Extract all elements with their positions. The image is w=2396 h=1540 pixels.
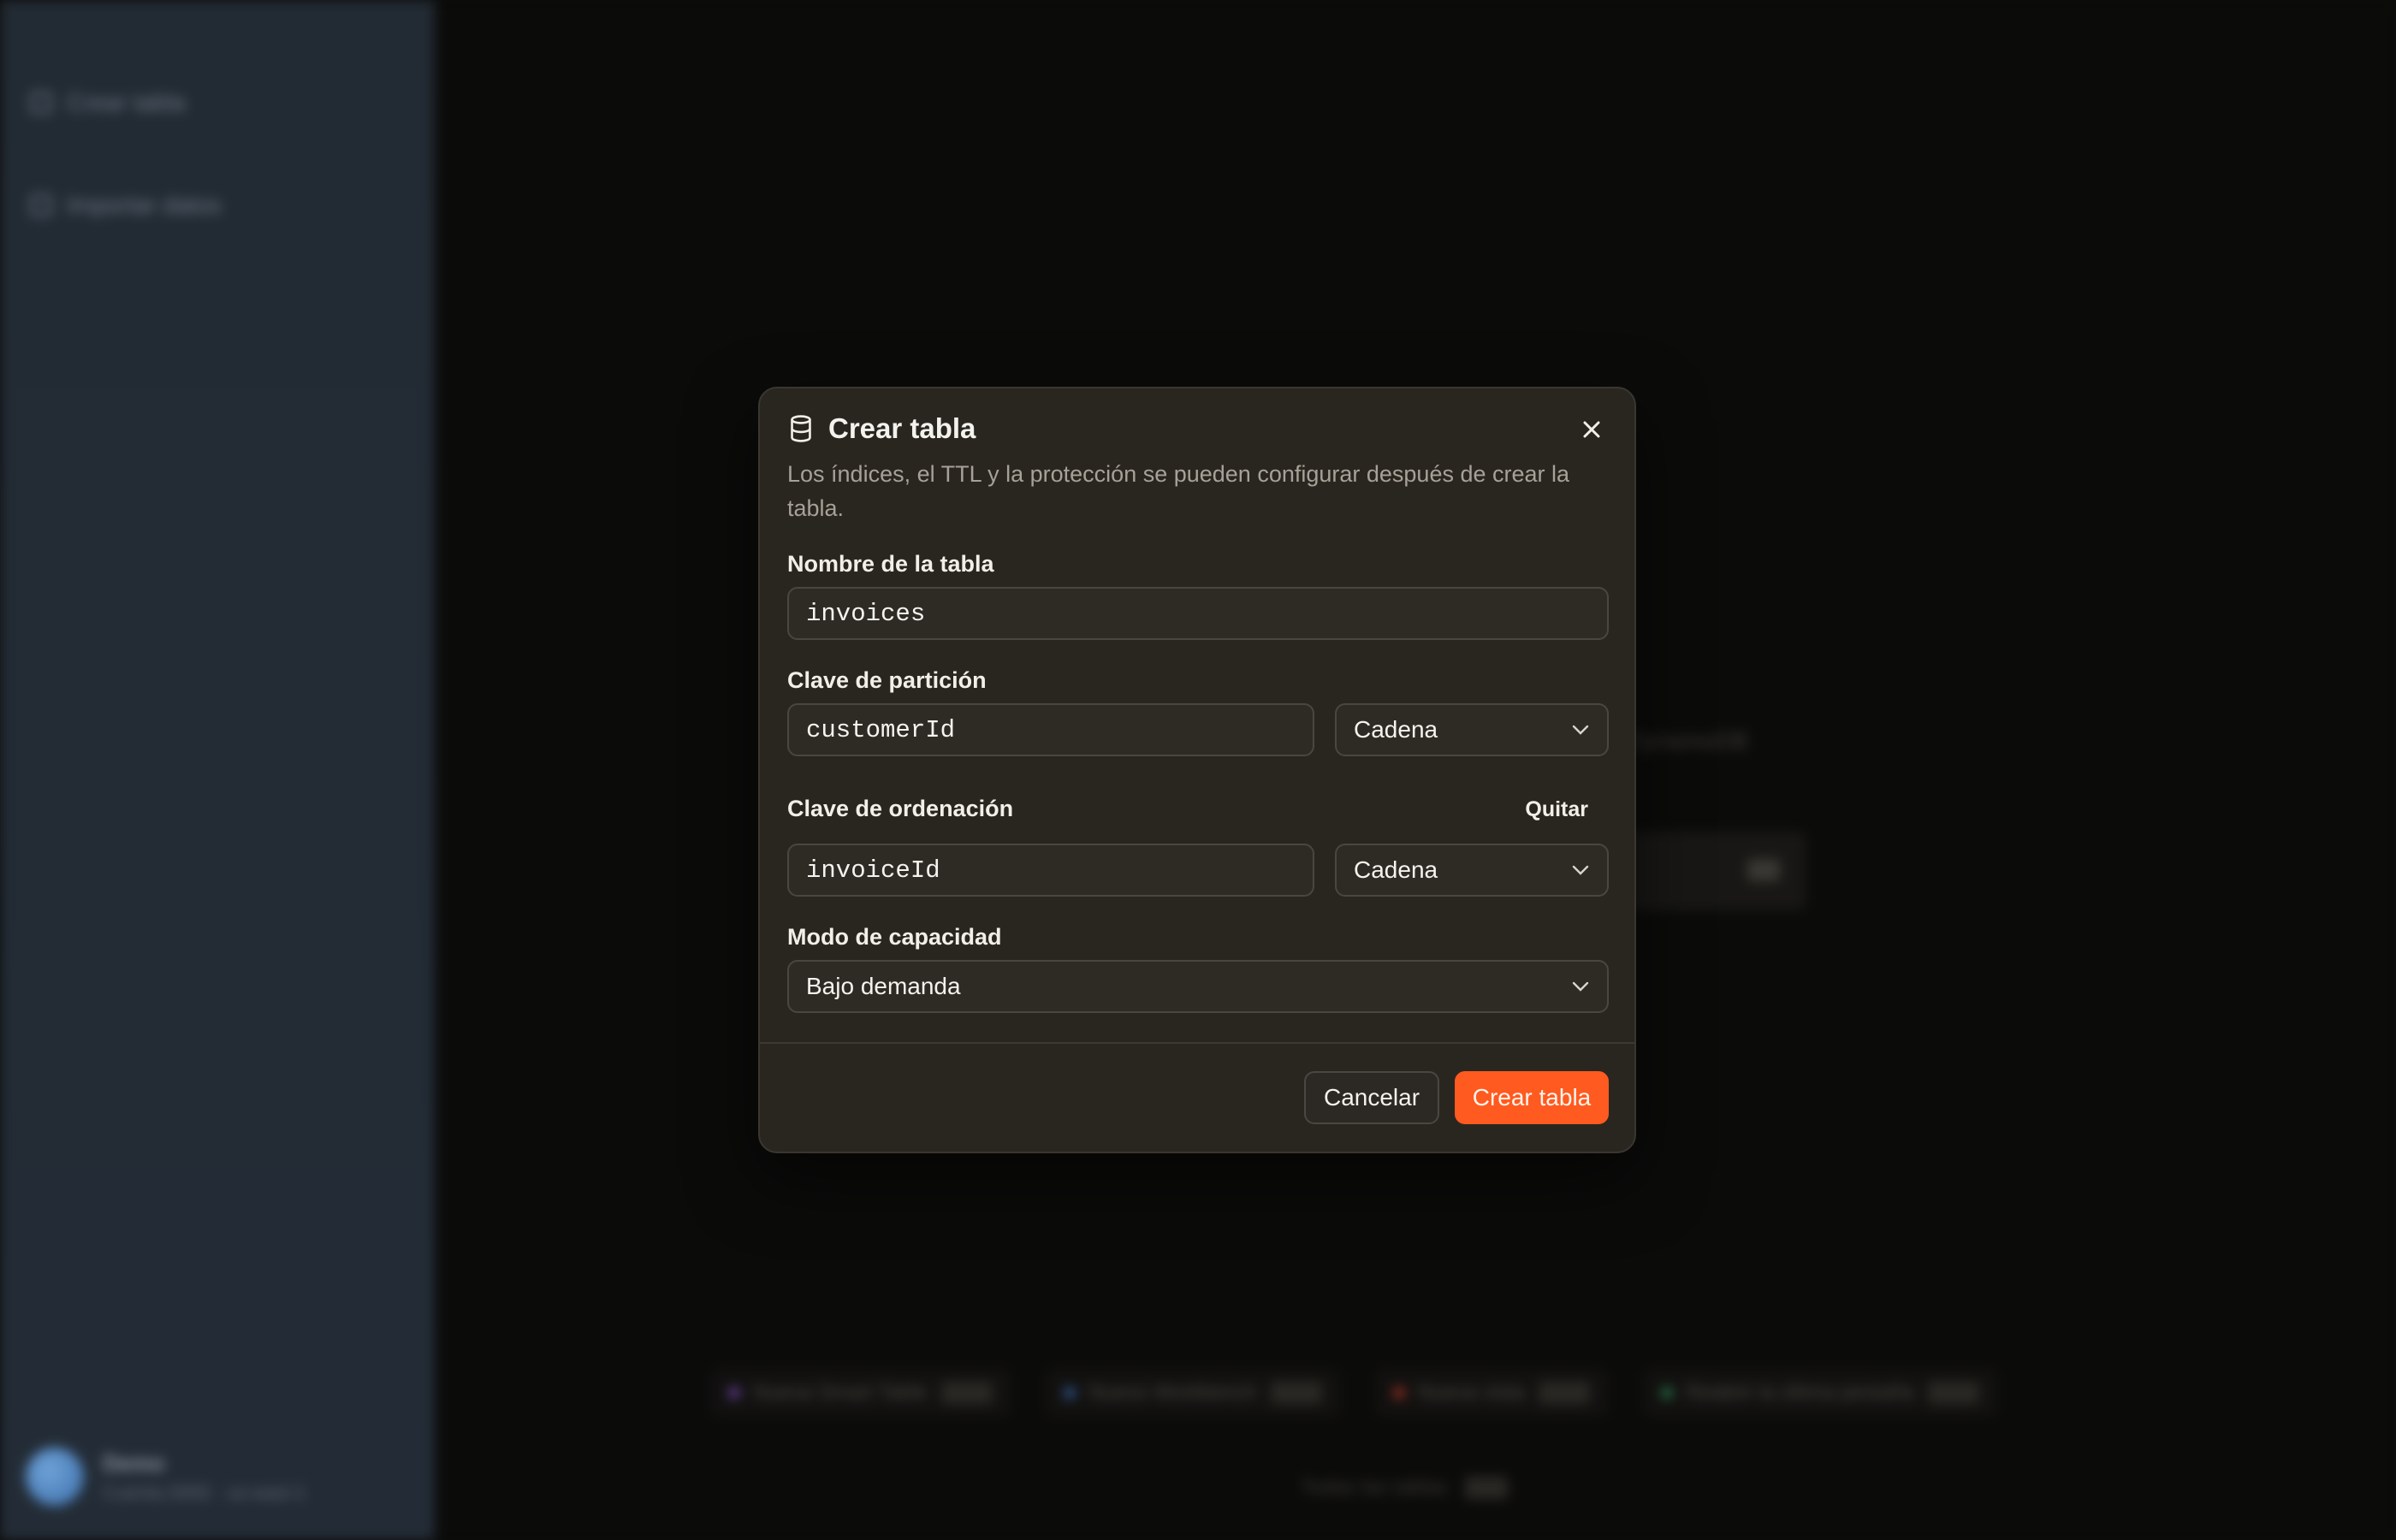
- shortcut-badge: [1270, 1382, 1322, 1404]
- create-table-dialog: Crear tabla Los índices, el TTL y la pro…: [758, 387, 1636, 1153]
- cancel-button[interactable]: Cancelar: [1304, 1071, 1439, 1124]
- close-icon[interactable]: [1575, 412, 1609, 447]
- chevron-down-icon: [1572, 725, 1589, 735]
- background-text: DynamoDB: [1626, 727, 1749, 754]
- user-subtitle: Cuenta 0000 · us-east-1: [103, 1481, 306, 1503]
- chip-label: Nuevo Workbench: [1088, 1381, 1257, 1404]
- shortcut-badge: [940, 1382, 993, 1404]
- dialog-description: Los índices, el TTL y la protección se p…: [787, 461, 1570, 521]
- quick-actions: Nueva Smart Table Nuevo Workbench Nueva …: [710, 1369, 1998, 1417]
- sidebar-item-create-table[interactable]: Crear tabla: [31, 89, 186, 116]
- chip-label: Nueva vista: [1417, 1381, 1526, 1404]
- partition-key-type-select[interactable]: Cadena: [1335, 703, 1609, 756]
- chip-new-smart-table[interactable]: Nueva Smart Table: [710, 1369, 1011, 1417]
- sidebar-item-import-data[interactable]: Importar datos: [31, 192, 222, 219]
- partition-key-type-value: Cadena: [1354, 716, 1438, 743]
- sort-key-input[interactable]: invoiceId: [787, 844, 1314, 897]
- database-icon: [791, 415, 811, 442]
- user-profile[interactable]: Demo Cuenta 0000 · us-east-1: [26, 1448, 305, 1506]
- capacity-mode-value: Bajo demanda: [806, 973, 961, 999]
- background-card: [1626, 832, 1806, 910]
- dialog-title: Crear tabla: [828, 412, 976, 444]
- partition-key-input[interactable]: customerId: [787, 703, 1314, 756]
- capacity-mode-label: Modo de capacidad: [787, 924, 1002, 950]
- all-tables-label: Todas las tablas: [1301, 1476, 1449, 1499]
- shortcut-badge: [1465, 1477, 1509, 1499]
- table-icon: [31, 92, 51, 113]
- import-icon: [31, 195, 51, 216]
- sort-key-type-value: Cadena: [1354, 856, 1438, 883]
- chip-label: Reabrir la última pestaña: [1686, 1381, 1914, 1404]
- sort-key-value: invoiceId: [806, 856, 940, 885]
- partition-key-value: customerId: [806, 715, 956, 744]
- sidebar: Crear tabla Importar datos Demo Cuenta 0…: [0, 0, 436, 1540]
- dot-icon: [1393, 1388, 1404, 1398]
- sidebar-item-label: Crear tabla: [67, 89, 186, 116]
- table-name-value: invoices: [806, 599, 926, 628]
- chevron-down-icon: [1572, 981, 1589, 992]
- shortcut-badge: [1539, 1382, 1591, 1404]
- remove-sort-key-button[interactable]: Quitar: [1525, 797, 1588, 822]
- table-name-input[interactable]: invoices: [787, 587, 1609, 640]
- user-name: Demo: [103, 1449, 165, 1476]
- sort-key-type-select[interactable]: Cadena: [1335, 844, 1609, 897]
- chip-new-workbench[interactable]: Nuevo Workbench: [1045, 1369, 1341, 1417]
- dot-icon: [1662, 1388, 1673, 1398]
- dot-icon: [729, 1388, 739, 1398]
- footer-divider: [760, 1042, 1634, 1044]
- chip-reopen-tab[interactable]: Reabrir la última pestaña: [1643, 1369, 1998, 1417]
- partition-key-label: Clave de partición: [787, 667, 987, 693]
- shortcut-badge: [1927, 1382, 1979, 1404]
- keyboard-hint: [1747, 859, 1780, 881]
- create-table-button[interactable]: Crear tabla: [1455, 1071, 1609, 1124]
- capacity-mode-select[interactable]: Bajo demanda: [787, 960, 1609, 1013]
- all-tables-hint: Todas las tablas: [1301, 1476, 1509, 1500]
- sort-key-label: Clave de ordenación: [787, 796, 1014, 821]
- dialog-header: Crear tabla: [787, 412, 976, 445]
- chevron-down-icon: [1572, 865, 1589, 875]
- table-name-label: Nombre de la tabla: [787, 551, 994, 577]
- dot-icon: [1064, 1388, 1075, 1398]
- avatar: [26, 1448, 84, 1506]
- sidebar-item-label: Importar datos: [67, 192, 222, 218]
- chip-new-view[interactable]: Nueva vista: [1374, 1369, 1610, 1417]
- chip-label: Nueva Smart Table: [753, 1381, 928, 1404]
